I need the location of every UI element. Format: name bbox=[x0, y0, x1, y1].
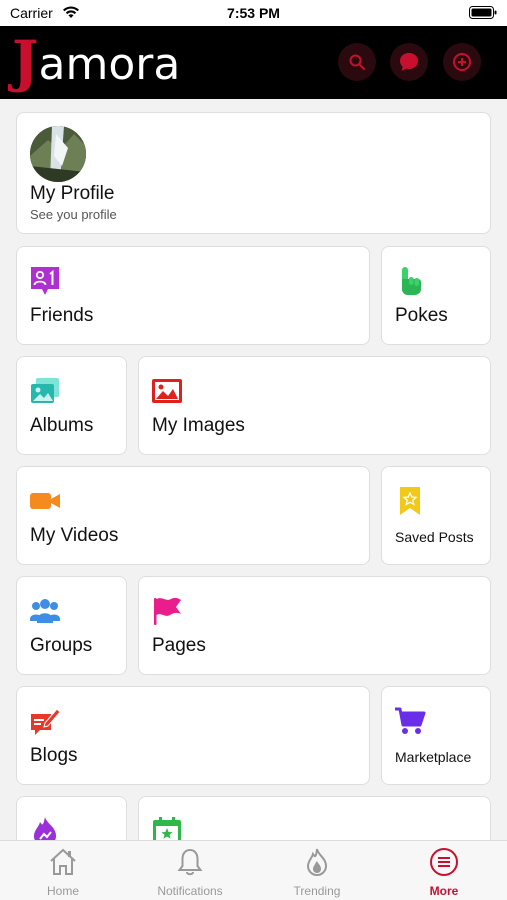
blogs-tile[interactable]: Blogs bbox=[16, 686, 370, 785]
my-images-tile[interactable]: My Images bbox=[138, 356, 491, 455]
app-logo[interactable]: J amora bbox=[12, 32, 180, 92]
groups-tile[interactable]: Groups bbox=[16, 576, 127, 675]
clock-label: 7:53 PM bbox=[227, 5, 280, 21]
pages-tile[interactable]: Pages bbox=[138, 576, 491, 675]
search-icon bbox=[349, 54, 365, 70]
groups-label: Groups bbox=[30, 635, 93, 656]
tab-trending[interactable]: Trending bbox=[254, 841, 380, 900]
search-button[interactable] bbox=[338, 43, 376, 81]
friends-label: Friends bbox=[30, 305, 94, 326]
my-videos-label: My Videos bbox=[30, 525, 119, 546]
home-icon bbox=[50, 848, 76, 875]
marketplace-label: Marketplace bbox=[395, 749, 472, 765]
profile-name: My Profile bbox=[30, 183, 115, 204]
popular-flame-icon bbox=[34, 817, 56, 840]
poke-hand-icon bbox=[402, 267, 421, 295]
saved-posts-label: Saved Posts bbox=[395, 529, 474, 545]
tab-notifications[interactable]: Notifications bbox=[127, 841, 253, 900]
app-header: J amora bbox=[0, 26, 507, 99]
chat-icon bbox=[400, 53, 418, 71]
bell-icon bbox=[177, 848, 203, 876]
tab-notifications-label: Notifications bbox=[157, 884, 223, 898]
my-videos-tile[interactable]: My Videos bbox=[16, 466, 370, 565]
flag-icon bbox=[154, 597, 181, 625]
avatar bbox=[30, 126, 86, 182]
status-bar: Carrier 7:53 PM bbox=[0, 0, 507, 26]
logo-wordmark: amora bbox=[38, 39, 181, 90]
marketplace-tile[interactable]: Marketplace bbox=[381, 686, 491, 785]
battery-icon bbox=[469, 6, 497, 24]
create-button[interactable] bbox=[443, 43, 481, 81]
friends-tile[interactable]: Friends bbox=[16, 246, 370, 345]
tab-home-label: Home bbox=[46, 884, 79, 898]
albums-label: Albums bbox=[30, 415, 94, 436]
tab-more[interactable]: More bbox=[381, 841, 507, 900]
popular-tile[interactable] bbox=[16, 796, 127, 840]
video-camera-icon bbox=[30, 493, 60, 509]
my-profile-card[interactable]: My Profile See you profile bbox=[16, 112, 491, 234]
friends-icon bbox=[31, 267, 59, 295]
tab-trending-label: Trending bbox=[293, 884, 341, 898]
tab-home[interactable]: Home bbox=[0, 841, 126, 900]
events-tile[interactable] bbox=[138, 796, 491, 840]
messages-button[interactable] bbox=[390, 43, 428, 81]
pokes-tile[interactable]: Pokes bbox=[381, 246, 491, 345]
tab-more-label: More bbox=[429, 884, 459, 898]
my-images-label: My Images bbox=[152, 415, 245, 436]
shopping-cart-icon bbox=[395, 707, 426, 734]
blog-edit-icon bbox=[31, 708, 61, 735]
pokes-label: Pokes bbox=[395, 305, 448, 326]
more-menu-grid: My Profile See you profile Friends Pokes bbox=[0, 99, 507, 840]
pages-label: Pages bbox=[152, 635, 206, 656]
calendar-star-icon bbox=[153, 817, 181, 840]
albums-tile[interactable]: Albums bbox=[16, 356, 127, 455]
add-icon bbox=[453, 53, 471, 71]
bookmark-icon bbox=[400, 487, 420, 515]
menu-icon bbox=[430, 848, 458, 876]
groups-icon bbox=[30, 599, 60, 623]
profile-subtitle: See you profile bbox=[30, 207, 117, 222]
logo-initial: J bbox=[12, 29, 39, 95]
saved-posts-tile[interactable]: Saved Posts bbox=[381, 466, 491, 565]
image-icon bbox=[152, 379, 182, 403]
blogs-label: Blogs bbox=[30, 745, 78, 766]
albums-icon bbox=[31, 378, 59, 403]
bottom-tab-bar: Home Notifications Trending More bbox=[0, 840, 507, 900]
flame-icon bbox=[306, 848, 328, 877]
